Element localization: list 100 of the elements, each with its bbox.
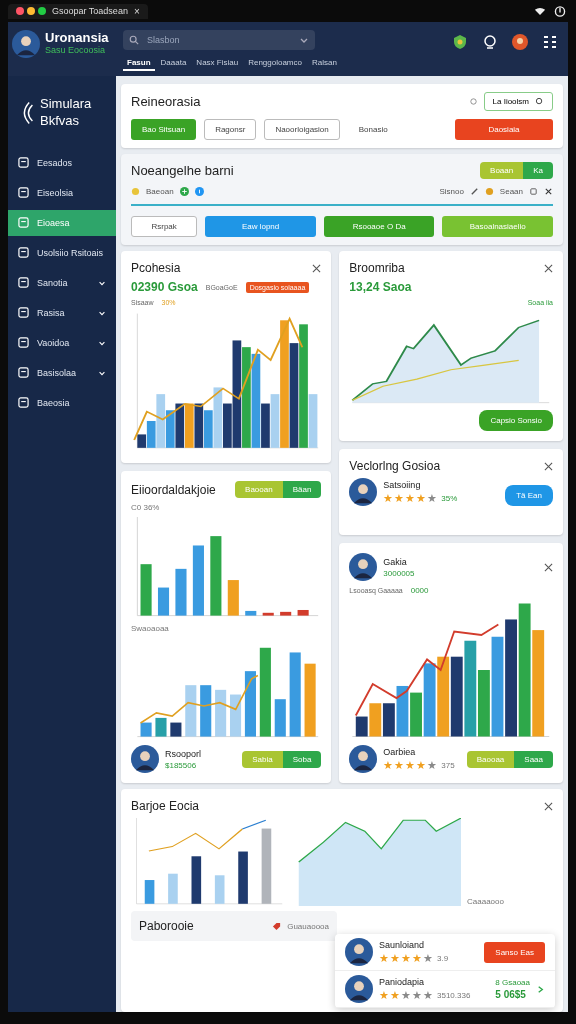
nav-tab[interactable]: Renggoloamco [244,56,306,71]
person-name: Paniodapia [379,976,426,987]
metric-value: 02390 Gsoa [131,280,198,294]
menu-icon[interactable] [542,34,558,50]
nav-tab[interactable]: Ralsan [307,56,341,71]
nav-tab[interactable]: Fasun [123,56,155,71]
sidebar-item[interactable]: Eioaesa [8,209,116,236]
action-button[interactable]: Bonasio [347,119,399,140]
action-button[interactable]: Bao Sitsuan [131,119,197,140]
metric-value: C0 36% [131,503,161,512]
card-title: Paborooie [139,919,194,933]
sidebar-item[interactable]: Vaoidoa [8,329,116,356]
avatar-silhouette [349,553,378,581]
segment-button[interactable]: Bäan [282,481,322,498]
square-icon [18,397,29,409]
star-rating: ★★★★★ [383,758,438,772]
score-text: 375 [441,760,455,770]
segmented-control[interactable]: Boaan Ka [480,162,553,179]
star-rating: ★★★★★ [383,491,438,505]
profile-avatar-icon[interactable] [512,34,528,50]
segmented-control[interactable]: Baooan Bäan [235,481,322,498]
panel-title: Noeangelhe barni [131,163,234,178]
sidebar-item[interactable]: Eesados [8,149,116,176]
add-icon[interactable] [179,187,189,196]
square-icon [18,157,29,169]
user-name: Uronansia [45,30,109,45]
bar [280,611,292,616]
chart-label: Swaoaoaa [131,624,170,633]
score-text: 35% [441,493,458,503]
sidebar-item[interactable]: Rasisa [8,299,116,326]
status-dot-icon [484,187,494,196]
tab-close[interactable]: × [133,5,140,17]
segment-button[interactable]: Ka [523,162,553,179]
bar [144,880,155,904]
sidebar-item[interactable]: Sanotia [8,269,116,296]
card-title: Pcohesia [131,261,181,275]
segmented-control[interactable]: Baooaa Saaa [466,750,553,768]
info-icon[interactable] [194,187,204,196]
close-icon[interactable] [544,801,553,811]
bar [155,717,167,737]
pencil-icon[interactable] [469,187,479,196]
flow-step-button[interactable]: Rsooaoe O Da [323,216,435,237]
amount-text: 5 06$5 [495,989,527,1000]
square-icon [18,277,29,289]
segment-button[interactable]: Saaa [514,750,553,768]
chevron-right-icon[interactable] [536,984,545,994]
action-button[interactable]: Ragonsr [204,119,257,140]
sidebar-item[interactable]: Eiseolsia [8,179,116,206]
avatar-silhouette [345,938,373,966]
nav-tab[interactable]: Daaata [156,56,191,71]
badge-label: 8 Gsaoaa [495,978,530,987]
browser-tab[interactable]: Gsoopar Toadsean × [8,3,148,19]
shield-icon[interactable] [452,34,468,50]
close-icon[interactable] [544,263,553,273]
card-title: Barjoe Eocia [131,799,200,813]
copy-icon[interactable] [529,187,538,196]
link-text[interactable]: Guauaoooa [287,921,329,931]
nav-tab[interactable]: Nasx Fisiau [192,56,243,71]
bar [245,610,257,616]
tag-icon [272,921,282,931]
sidebar-item[interactable]: Baeosia [8,389,116,416]
person-name: Oarbiea [383,746,417,757]
bar [214,875,225,904]
chart-label: Caaaaooo [467,897,504,906]
segment-button[interactable]: Soba [282,750,322,768]
bar [297,610,309,616]
window-controls-icon[interactable] [16,7,46,15]
avatar-silhouette [12,30,40,58]
person-name: Rsooporl [165,748,202,759]
square-icon [18,367,29,379]
action-button[interactable]: Sanso Eas [484,941,545,963]
card-title: Broomriba [349,261,405,275]
user-subtitle: Sasu Eocoosia [45,45,107,55]
close-icon[interactable] [544,562,553,572]
search-input[interactable]: Slasbon [145,34,293,46]
sidebar-item[interactable]: Usolsiio Rsitoais [8,239,116,266]
bar [244,671,256,737]
filter-button[interactable]: La Iioolsm [483,92,553,111]
search-field[interactable]: Slasbon [123,30,315,50]
close-icon[interactable] [312,263,322,273]
card-title: Eiioordaldakjoie [131,482,216,497]
bar [215,689,227,737]
close-icon[interactable] [544,187,553,196]
action-button[interactable]: Tä Ean [505,485,553,506]
flow-step-button[interactable]: Rsrpak [131,216,198,237]
square-icon [18,247,29,259]
sidebar-item[interactable]: Basisolaa [8,359,116,386]
square-icon [18,217,29,229]
flow-step-button[interactable]: Eaw lopnd [205,216,316,237]
close-icon[interactable] [544,461,553,471]
score-text: 3.9 [437,953,449,963]
segmented-control[interactable]: Sabia Soba [242,750,322,768]
bar [175,568,187,616]
amount-text: 3000005 [383,568,415,578]
amount-text: $185506 [165,760,198,770]
chart-action-button[interactable]: Capsio Sonsio [479,410,553,431]
power-icon [554,5,566,17]
action-button[interactable]: Daosiaia [455,119,553,140]
bar [184,403,194,448]
action-button[interactable]: Naoorloigasion [264,119,340,140]
